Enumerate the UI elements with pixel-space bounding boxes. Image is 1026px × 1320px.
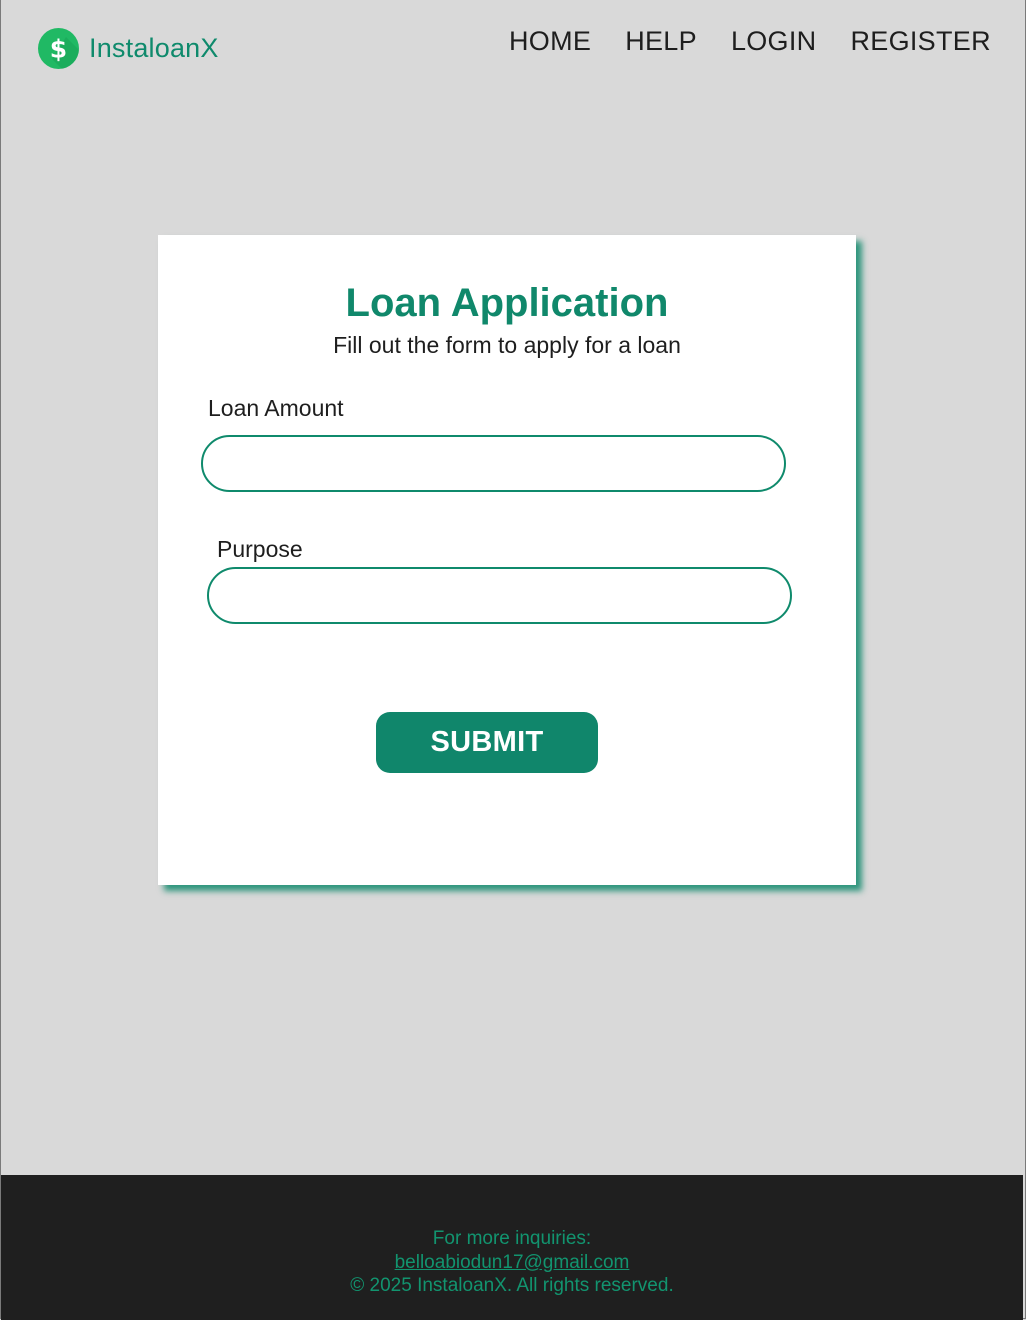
dollar-coin-icon: $ [38,28,79,69]
site-footer: For more inquiries: belloabiodun17@gmail… [1,1175,1023,1320]
footer-email-link[interactable]: belloabiodun17@gmail.com [395,1252,630,1273]
loan-amount-label: Loan Amount [208,395,344,421]
main-nav: HOME HELP LOGIN REGISTER [509,22,991,60]
loan-amount-input[interactable] [201,435,786,492]
form-subtitle: Fill out the form to apply for a loan [333,332,681,358]
nav-home-link[interactable]: HOME [509,22,591,60]
nav-help-link[interactable]: HELP [625,22,697,60]
form-title: Loan Application [345,281,669,325]
footer-copyright: © 2025 InstaloanX. All rights reserved. [350,1275,674,1296]
logo-link[interactable]: $ InstaloanX [38,28,219,69]
nav-register-link[interactable]: REGISTER [850,22,990,60]
purpose-input[interactable] [207,567,792,624]
submit-button[interactable]: SUBMIT [376,712,598,773]
purpose-label: Purpose [217,536,303,562]
svg-text:$: $ [50,35,67,64]
logo-text: InstaloanX [89,33,219,63]
nav-login-link[interactable]: LOGIN [731,22,817,60]
footer-email-row: belloabiodun17@gmail.com [1,1251,1023,1275]
loan-application-card: Loan Application Fill out the form to ap… [158,235,856,885]
footer-inquiries-text: For more inquiries: [432,1228,592,1249]
